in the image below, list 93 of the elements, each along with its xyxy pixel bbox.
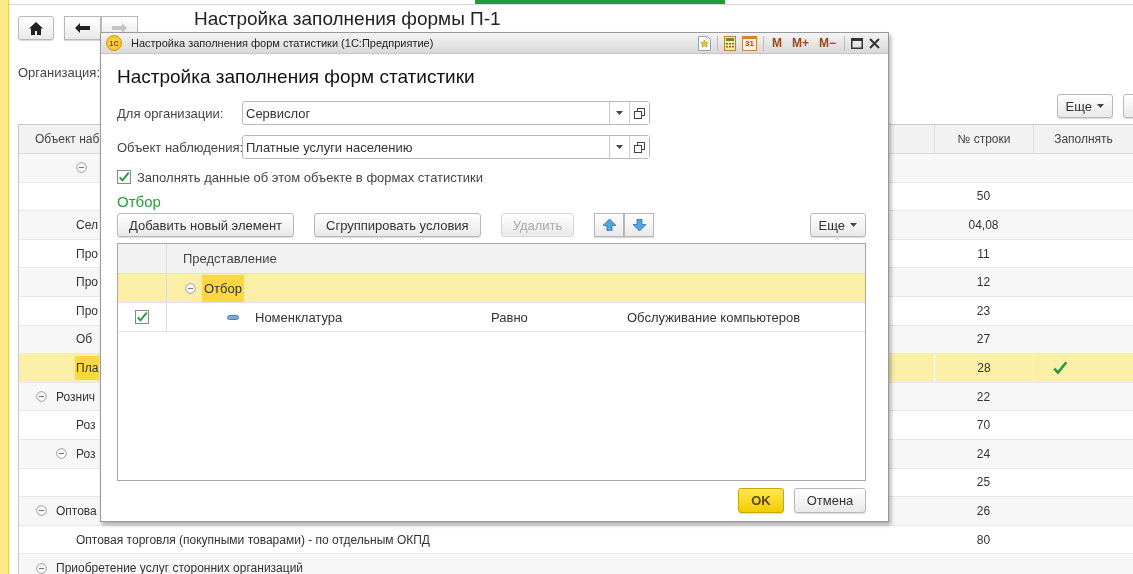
row-number: 12 (976, 275, 991, 290)
table-row[interactable]: Приобретение услуг сторонних организаций (19, 554, 1133, 574)
ok-button[interactable]: OK (738, 488, 784, 513)
collapse-icon[interactable] (36, 562, 47, 574)
arrow-down-icon (632, 219, 646, 231)
row-label: Про (75, 245, 99, 263)
maximize-button[interactable] (851, 37, 863, 49)
maximize-icon (851, 37, 863, 49)
memory-button[interactable]: M− (817, 36, 838, 50)
favorite-button[interactable] (697, 35, 711, 51)
row-number: 26 (976, 503, 991, 518)
back-button[interactable] (64, 16, 101, 40)
check-icon (136, 310, 148, 324)
check-icon (118, 170, 130, 184)
row-number: 24 (976, 446, 991, 461)
calendar-button[interactable]: 31 (741, 35, 757, 51)
row-number: 80 (976, 532, 991, 547)
home-button[interactable] (18, 16, 54, 40)
page-title: Настройка заполнения формы П-1 (194, 8, 501, 29)
collapse-icon[interactable] (185, 282, 196, 294)
open-window-icon (634, 141, 645, 153)
column-header[interactable]: Представление (167, 244, 277, 273)
section-title: Отбор (117, 193, 162, 210)
home-icon (29, 21, 43, 35)
field-label: Объект наблюдения: (117, 139, 242, 155)
star-document-icon (697, 35, 711, 51)
collapse-icon[interactable] (56, 448, 67, 460)
collapse-icon[interactable] (76, 162, 87, 174)
calculator-button[interactable] (723, 35, 736, 51)
row-label: Оптовая торговля (покупными товарами) - по отдельным ОКПД (75, 531, 431, 549)
caret-icon (850, 223, 857, 227)
row-number: 50 (976, 189, 991, 204)
toolbar-button[interactable]: Добавить новый элемент (117, 213, 295, 237)
window-title: Настройка заполнения форм статистики (1С:Предприятие) (131, 37, 435, 49)
arrow-left-icon (75, 23, 90, 33)
checkbox[interactable] (117, 170, 131, 184)
more-button[interactable]: Еще (809, 213, 866, 237)
row-number: 23 (976, 303, 991, 318)
caret-icon (1097, 104, 1104, 108)
comparison-text: Равно (491, 309, 528, 325)
row-label: Оптова (55, 502, 98, 520)
row-number: 22 (976, 389, 991, 404)
more-button[interactable]: Еще (1056, 94, 1113, 118)
collapse-icon[interactable] (36, 391, 47, 403)
memory-button[interactable]: M (769, 36, 784, 50)
filter-row[interactable]: Отбор (118, 274, 865, 303)
toolbar-button[interactable]: Сгруппировать условия (314, 213, 481, 237)
row-label: Роз (75, 445, 97, 463)
row-number: 70 (976, 418, 991, 433)
close-button[interactable] (869, 37, 880, 49)
row-number: 11 (977, 246, 990, 261)
filter-label: Номенклатура (254, 308, 344, 327)
arrow-up-icon (602, 219, 616, 231)
move-up-button[interactable] (594, 213, 625, 237)
combo-box[interactable]: Сервислог (242, 101, 650, 125)
check-icon (1052, 359, 1068, 376)
cancel-button[interactable]: Отмена (794, 488, 866, 513)
filter-row[interactable]: Номенклатура Равно Обслуживание компьютеров (118, 303, 865, 332)
combo-box[interactable]: Платные услуги населению (242, 135, 650, 159)
filter-label: Отбор (202, 274, 244, 302)
memory-button[interactable]: M+ (789, 36, 811, 50)
field-input[interactable]: Сервислог (243, 102, 609, 124)
row-label: Сел (75, 217, 99, 234)
row-label: Про (75, 274, 99, 292)
dialog-heading: Настройка заполнения форм статистики (117, 66, 476, 88)
collapse-icon[interactable] (36, 505, 47, 517)
field-input[interactable]: Платные услуги населению (243, 136, 609, 158)
row-number: 27 (976, 332, 991, 347)
row-label: Про (75, 302, 99, 320)
row-label: Приобретение услуг сторонних организаций (55, 560, 305, 574)
row-label: Пла (75, 355, 100, 380)
column-header[interactable]: Заполнять (1033, 125, 1133, 153)
open-window-icon (634, 107, 645, 119)
open-button[interactable] (629, 102, 649, 124)
row-label: Роз (75, 417, 97, 435)
calculator-icon (723, 35, 736, 51)
row-number: 28 (977, 360, 991, 375)
row-number: 04,08 (968, 218, 999, 232)
row-label: Об (75, 331, 94, 349)
organization-label: Организация: (18, 65, 101, 80)
caret-icon (616, 111, 623, 115)
condition-value: Обслуживание компьютеров (627, 309, 801, 325)
row-label: Рознич (55, 388, 97, 406)
column-header[interactable]: № строки (934, 125, 1033, 153)
checkbox-label: Заполнять данные об этом объекте в формах статистики (137, 169, 483, 185)
field-label: Для организации: (117, 105, 225, 121)
move-down-button[interactable] (624, 213, 655, 237)
condition-icon (227, 314, 239, 320)
open-button[interactable] (629, 136, 649, 158)
close-icon (869, 37, 880, 49)
checkbox[interactable] (135, 310, 149, 324)
caret-icon (616, 145, 623, 149)
row-number: 25 (976, 475, 991, 490)
